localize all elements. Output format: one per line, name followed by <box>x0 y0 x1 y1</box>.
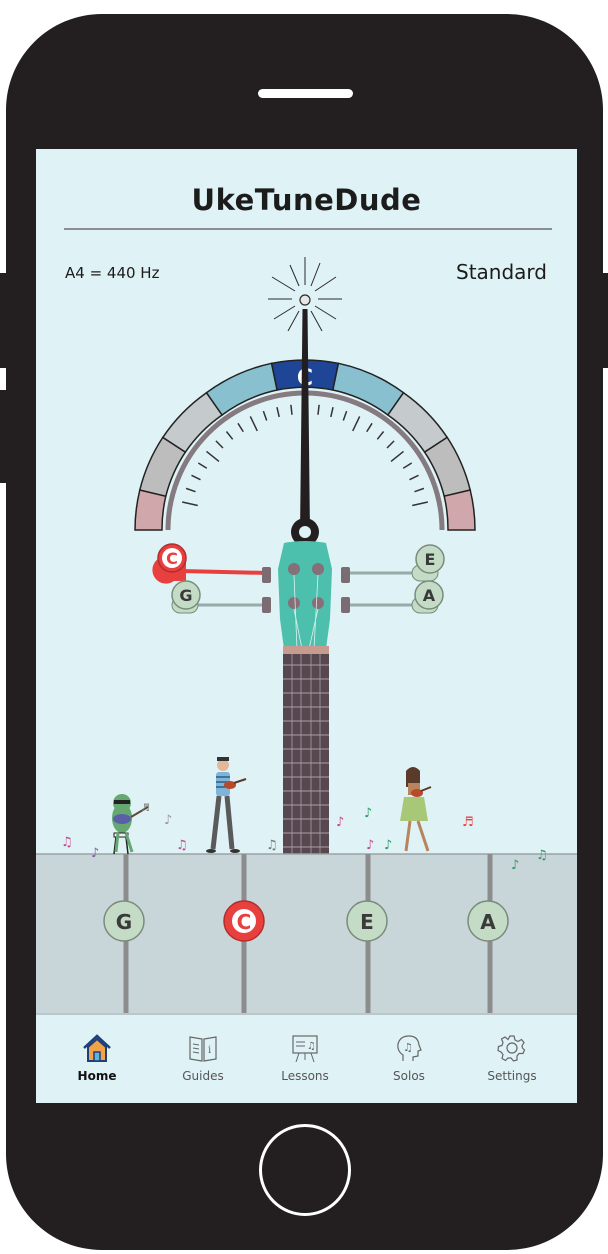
nav-lessons-label: Lessons <box>281 1069 329 1083</box>
string-button-label: G <box>116 910 132 934</box>
tick-mark <box>414 487 425 493</box>
hula-dancer <box>400 767 432 852</box>
bottom-nav: Home i Guides ♫ Lessons ♫ Solos Settings <box>36 1013 577 1103</box>
svg-text:♬: ♬ <box>462 815 474 830</box>
svg-text:♬: ♬ <box>141 803 150 814</box>
speaker-grille <box>258 89 353 98</box>
target-indicator <box>299 294 311 306</box>
string-button-e[interactable]: E <box>346 900 388 942</box>
nav-solos[interactable]: ♫ Solos <box>359 1033 459 1083</box>
tick-mark <box>206 450 220 463</box>
svg-text:♫: ♫ <box>536 848 548 863</box>
tick-mark <box>352 416 361 432</box>
home-hardware-button[interactable] <box>259 1124 351 1216</box>
power-button <box>600 273 608 368</box>
tick-mark <box>215 440 224 449</box>
peg-e[interactable]: E <box>411 544 445 582</box>
tick-mark <box>330 406 334 418</box>
tick-mark <box>376 431 385 440</box>
easel-icon: ♫ <box>292 1035 318 1063</box>
string-button-label: E <box>360 910 374 934</box>
tick-mark <box>386 440 395 449</box>
peg-a[interactable]: A <box>411 580 444 614</box>
svg-text:♪: ♪ <box>336 815 344 830</box>
tuner-needle <box>300 309 310 534</box>
svg-text:C: C <box>166 549 178 568</box>
tick-mark <box>225 431 234 440</box>
nav-settings[interactable]: Settings <box>462 1033 562 1083</box>
string-button-label: A <box>480 910 496 934</box>
nav-home[interactable]: Home <box>47 1033 147 1083</box>
arc-segment-flat-far <box>134 489 167 531</box>
nav-settings-label: Settings <box>487 1069 537 1083</box>
svg-text:i: i <box>208 1045 211 1056</box>
home-icon <box>83 1034 111 1062</box>
svg-text:♫: ♫ <box>61 835 73 850</box>
svg-text:♪: ♪ <box>164 813 172 828</box>
svg-text:A: A <box>423 586 436 605</box>
app-screen: UkeTuneDude A4 = 440 Hz Standard C G E A… <box>36 149 577 1103</box>
tick-mark <box>262 410 268 421</box>
nav-lessons[interactable]: ♫ Lessons <box>255 1033 355 1083</box>
tick-mark <box>191 474 201 481</box>
tick-mark <box>366 422 373 433</box>
head-music-icon: ♫ <box>397 1035 422 1061</box>
string-button-a[interactable]: A <box>467 900 509 942</box>
nut <box>283 646 329 654</box>
string-c-tension <box>180 569 269 575</box>
svg-text:♪: ♪ <box>91 846 99 861</box>
tick-mark <box>390 450 404 463</box>
tick-mark <box>342 410 348 421</box>
tick-mark <box>249 416 258 432</box>
nav-guides[interactable]: i Guides <box>153 1033 253 1083</box>
tick-mark <box>409 474 419 481</box>
svg-text:E: E <box>425 550 436 569</box>
svg-text:♫: ♫ <box>403 1041 413 1054</box>
ukulele-headstock <box>278 541 332 649</box>
tick-mark <box>181 501 198 507</box>
tick-mark <box>276 406 280 418</box>
string-button-label: C <box>237 910 252 934</box>
tick-mark <box>197 462 208 469</box>
svg-text:G: G <box>179 586 192 605</box>
peg-c[interactable]: C <box>152 543 187 584</box>
nav-guides-label: Guides <box>182 1069 224 1083</box>
tick-mark <box>185 487 196 493</box>
svg-text:♪: ♪ <box>511 858 519 873</box>
nav-home-label: Home <box>77 1069 117 1083</box>
peg-g[interactable]: G <box>171 580 201 614</box>
tick-mark <box>412 501 429 507</box>
svg-text:♪: ♪ <box>366 838 374 853</box>
svg-text:♪: ♪ <box>384 838 392 853</box>
nav-solos-label: Solos <box>393 1069 425 1083</box>
volume-down-button <box>0 390 8 483</box>
arc-segment-sharp-far <box>443 489 476 531</box>
gear-icon <box>497 1035 526 1062</box>
man-musician <box>206 757 247 853</box>
book-icon: i <box>189 1036 217 1062</box>
fretboard <box>283 646 329 854</box>
tick-mark <box>290 404 293 415</box>
volume-up-button <box>0 273 8 368</box>
svg-text:♪: ♪ <box>364 806 372 821</box>
svg-text:♫: ♫ <box>176 838 188 853</box>
string-button-c[interactable]: C <box>223 900 265 942</box>
svg-text:♫: ♫ <box>266 838 278 853</box>
svg-text:♫: ♫ <box>307 1041 316 1052</box>
tick-mark <box>237 422 244 433</box>
tick-mark <box>402 462 413 469</box>
tick-mark <box>317 404 320 415</box>
tuner-illustration: C C G E <box>36 257 577 1013</box>
string-button-g[interactable]: G <box>103 900 145 942</box>
